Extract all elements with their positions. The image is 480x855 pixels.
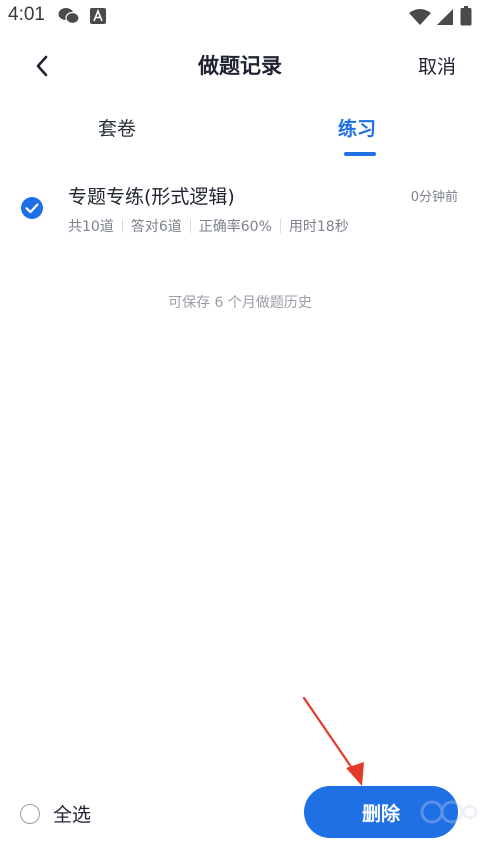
record-list-item[interactable]: 专题专练(形式逻辑) 0分钟前 共10道 答对6道 正确率60% 用时18秒: [0, 172, 480, 242]
checked-circle-icon[interactable]: [20, 196, 44, 220]
annotation-arrow-icon: [302, 696, 364, 786]
page-title: 做题记录: [198, 54, 282, 78]
status-bar: 4:01: [0, 0, 480, 34]
tab-bar: 套卷 练习: [0, 108, 480, 160]
select-all-label: 全选: [53, 804, 92, 826]
signal-icon: [437, 9, 453, 25]
tab-practice[interactable]: 练习: [338, 114, 376, 141]
battery-icon: [460, 6, 472, 26]
stat-duration: 用时18秒: [288, 219, 349, 235]
active-tab-indicator: [344, 152, 376, 156]
stat-divider: [279, 219, 281, 233]
stat-divider: [121, 219, 123, 233]
record-stats: 共10道 答对6道 正确率60% 用时18秒: [68, 216, 349, 236]
app-a-icon: [90, 8, 106, 24]
stat-total: 共10道: [68, 219, 114, 235]
record-time: 0分钟前: [410, 190, 458, 205]
stat-correct: 答对6道: [130, 219, 182, 235]
bottom-action-bar: 全选 删除: [0, 780, 480, 844]
stat-accuracy: 正确率60%: [198, 219, 272, 235]
tab-set[interactable]: 套卷: [98, 114, 136, 141]
history-note: 可保存 6 个月做题历史: [168, 295, 312, 311]
status-time: 4:01: [8, 4, 45, 25]
stat-divider: [189, 219, 191, 233]
wifi-icon: [409, 9, 431, 25]
app-header: 做题记录 取消: [0, 40, 480, 92]
record-title: 专题专练(形式逻辑): [68, 186, 235, 208]
select-all-toggle[interactable]: 全选: [20, 800, 91, 827]
wechat-icon: [58, 8, 80, 25]
radio-unchecked-icon[interactable]: [20, 803, 40, 824]
cancel-button[interactable]: 取消: [418, 52, 456, 79]
watermark-logo-icon: [420, 800, 478, 824]
